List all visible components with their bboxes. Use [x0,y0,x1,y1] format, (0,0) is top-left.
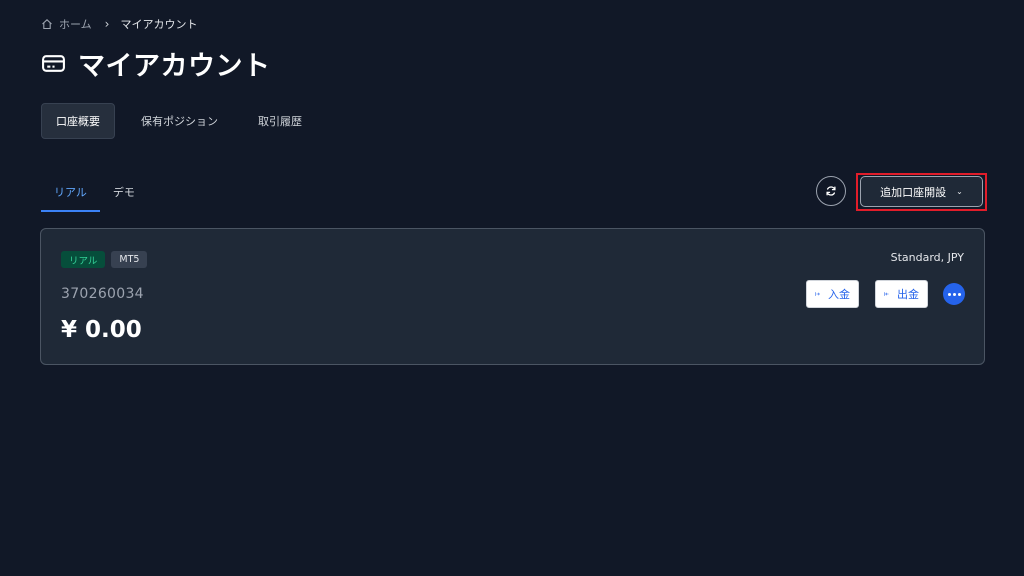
breadcrumb-home-link[interactable]: ホーム [41,16,92,32]
breadcrumb: ホーム › マイアカウント [41,16,197,32]
breadcrumb-home-label: ホーム [59,18,92,31]
withdraw-button[interactable]: 出金 [875,280,928,308]
tab-open-positions[interactable]: 保有ポジション [127,103,232,139]
withdraw-icon [884,292,889,296]
more-horizontal-icon [947,292,951,296]
tab-demo[interactable]: デモ [100,176,148,212]
deposit-label: 入金 [828,288,850,301]
tab-account-overview[interactable]: 口座概要 [41,103,115,139]
deposit-button[interactable]: 入金 [806,280,859,308]
open-account-label: 追加口座開設 [880,185,947,199]
chevron-down-icon: ⌄ [956,187,963,196]
account-badges: リアル MT5 [61,251,148,268]
account-card: リアル MT5 Standard, JPY 370260034 ¥ 0.00 入… [40,228,985,365]
refresh-button[interactable] [816,176,846,206]
page-header: マイアカウント [41,46,271,82]
account-type-tabs: リアル デモ [41,176,148,212]
breadcrumb-separator: › [104,17,110,31]
account-number: 370260034 [61,286,144,302]
deposit-icon [815,292,820,296]
home-icon [42,19,52,30]
refresh-icon [826,186,836,196]
open-additional-account-button[interactable]: 追加口座開設 ⌄ [860,176,983,207]
tab-real[interactable]: リアル [41,176,100,212]
platform-badge: MT5 [111,251,148,268]
tab-trade-history[interactable]: 取引履歴 [244,103,316,139]
breadcrumb-current: マイアカウント [120,18,198,31]
my-account-page: ホーム › マイアカウント マイアカウント 口座概要 保有ポジション 取引履歴 … [0,0,1024,576]
top-tabs: 口座概要 保有ポジション 取引履歴 [41,103,328,139]
credit-card-icon [41,51,66,76]
withdraw-label: 出金 [897,288,919,301]
page-title: マイアカウント [78,50,271,82]
real-badge: リアル [61,251,106,268]
account-balance: ¥ 0.00 [61,317,142,343]
account-type: Standard, JPY [890,251,964,264]
more-options-button[interactable] [943,283,965,305]
